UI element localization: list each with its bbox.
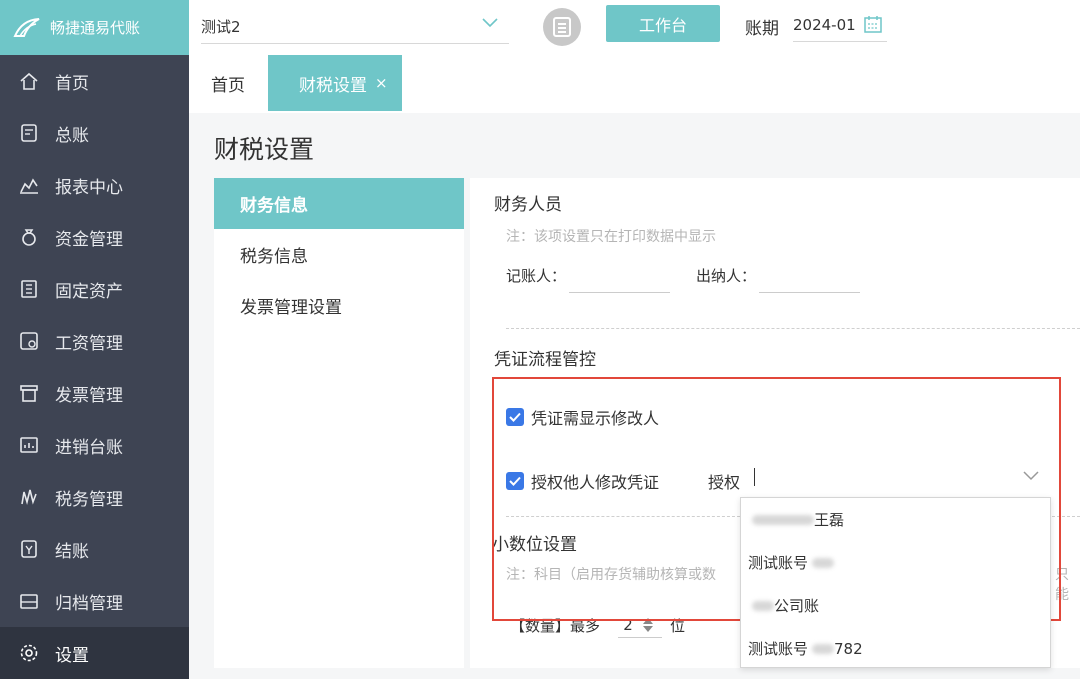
cashier-label: 出纳人：: [696, 267, 757, 285]
auth-option[interactable]: 王磊: [741, 498, 1050, 541]
checkout-icon: [18, 538, 40, 560]
document-icon: [553, 17, 571, 37]
redacted-text: [812, 643, 835, 654]
sidebar-item-salary[interactable]: 工资管理: [0, 315, 189, 367]
ledger-icon: [18, 122, 40, 144]
sidebar-item-invoice[interactable]: 发票管理: [0, 367, 189, 419]
auth-option-prefix: 测试账号: [748, 640, 809, 658]
auth-dropdown: 王磊 测试账号 公司账 测试账号 782: [740, 497, 1051, 668]
auth-option-suffix: 782: [834, 639, 863, 658]
sidebar-nav: 首页总账报表中心资金管理固定资产工资管理发票管理进销台账税务管理结账归档管理设置: [0, 55, 189, 679]
sidebar-item-inventory[interactable]: 进销台账: [0, 419, 189, 471]
chart-icon: [18, 174, 40, 196]
app-logo[interactable]: 畅捷通易代账: [0, 0, 189, 55]
chevron-down-icon: [482, 18, 498, 28]
redacted-text: [752, 514, 814, 525]
money-bag-icon: [18, 226, 40, 248]
sidebar-item-label: 资金管理: [55, 229, 123, 250]
inventory-icon: [18, 434, 40, 456]
auth-option-suffix: 王磊: [814, 511, 845, 529]
sidebar-item-checkout[interactable]: 结账: [0, 523, 189, 575]
bookkeeper-input[interactable]: [569, 292, 670, 293]
tab-tax-settings-label: 财税设置: [299, 75, 367, 96]
redacted-text: [812, 557, 835, 568]
sidebar-item-label: 总账: [55, 125, 89, 146]
sidebar-item-tax[interactable]: 税务管理: [0, 471, 189, 523]
sidebar-item-label: 工资管理: [55, 333, 123, 354]
sidebar-item-building[interactable]: 固定资产: [0, 263, 189, 315]
close-icon[interactable]: ×: [375, 74, 388, 92]
subnav-item[interactable]: 发票管理设置: [214, 280, 464, 331]
topbar: 测试2 工作台 账期 2024-01: [189, 0, 1080, 55]
sidebar-item-label: 进销台账: [55, 437, 123, 458]
auth-option[interactable]: 测试账号: [741, 541, 1050, 584]
sidebar-item-label: 归档管理: [55, 593, 123, 614]
tab-bar: 首页 财税设置 ×: [189, 55, 1080, 113]
page-title: 财税设置: [214, 135, 315, 164]
sidebar-item-home[interactable]: 首页: [0, 55, 189, 107]
sidebar-item-label: 设置: [55, 645, 89, 666]
workbench-button[interactable]: 工作台: [606, 5, 720, 42]
sidebar-item-chart[interactable]: 报表中心: [0, 159, 189, 211]
voucher-control-title: 凭证流程管控: [494, 350, 596, 370]
app-name: 畅捷通易代账: [50, 19, 141, 37]
auth-option-prefix: 测试账号: [748, 554, 809, 572]
sidebar-item-ledger[interactable]: 总账: [0, 107, 189, 159]
gear-icon: [18, 642, 40, 664]
period-value: 2024-01: [793, 15, 856, 34]
period-label: 账期: [745, 19, 779, 39]
auth-option[interactable]: 测试账号 782: [741, 627, 1050, 667]
home-icon: [18, 70, 40, 92]
finance-staff-title: 财务人员: [494, 195, 562, 215]
sidebar-item-label: 固定资产: [55, 281, 123, 302]
tab-home-label: 首页: [211, 75, 245, 96]
building-icon: [18, 278, 40, 300]
tab-tax-settings[interactable]: 财税设置 ×: [268, 55, 402, 111]
sidebar-item-money-bag[interactable]: 资金管理: [0, 211, 189, 263]
company-select-value: 测试2: [201, 18, 241, 36]
sidebar-item-label: 首页: [55, 73, 89, 94]
tax-icon: [18, 486, 40, 508]
sidebar-item-label: 报表中心: [55, 177, 123, 198]
invoice-icon: [18, 382, 40, 404]
voucher-print-icon[interactable]: [543, 8, 581, 46]
caret-down-icon[interactable]: [642, 625, 654, 633]
auth-option-suffix: 公司账: [774, 597, 820, 615]
archive-icon: [18, 590, 40, 612]
period-picker[interactable]: 2024-01: [793, 8, 887, 42]
sidebar: 畅捷通易代账 首页总账报表中心资金管理固定资产工资管理发票管理进销台账税务管理结…: [0, 0, 189, 679]
tab-home[interactable]: 首页: [211, 55, 245, 111]
company-select[interactable]: 测试2: [201, 10, 509, 44]
sidebar-item-label: 结账: [55, 541, 89, 562]
bookkeeper-label: 记账人：: [506, 267, 567, 285]
subnav-item[interactable]: 财务信息: [214, 178, 464, 229]
redacted-text: [752, 600, 774, 611]
settings-subnav: 财务信息 税务信息 发票管理设置: [214, 178, 464, 668]
calendar-icon: [864, 16, 882, 33]
salary-icon: [18, 330, 40, 352]
section-divider: [506, 328, 1080, 329]
subnav-item[interactable]: 税务信息: [214, 229, 464, 280]
sidebar-item-gear[interactable]: 设置: [0, 627, 189, 679]
finance-staff-note: 注：该项设置只在打印数据中显示: [506, 229, 716, 245]
sidebar-item-label: 税务管理: [55, 489, 123, 510]
sidebar-item-label: 发票管理: [55, 385, 123, 406]
sidebar-item-archive[interactable]: 归档管理: [0, 575, 189, 627]
logo-icon: [13, 17, 40, 37]
auth-option[interactable]: 公司账: [741, 584, 1050, 627]
cashier-input[interactable]: [759, 292, 860, 293]
